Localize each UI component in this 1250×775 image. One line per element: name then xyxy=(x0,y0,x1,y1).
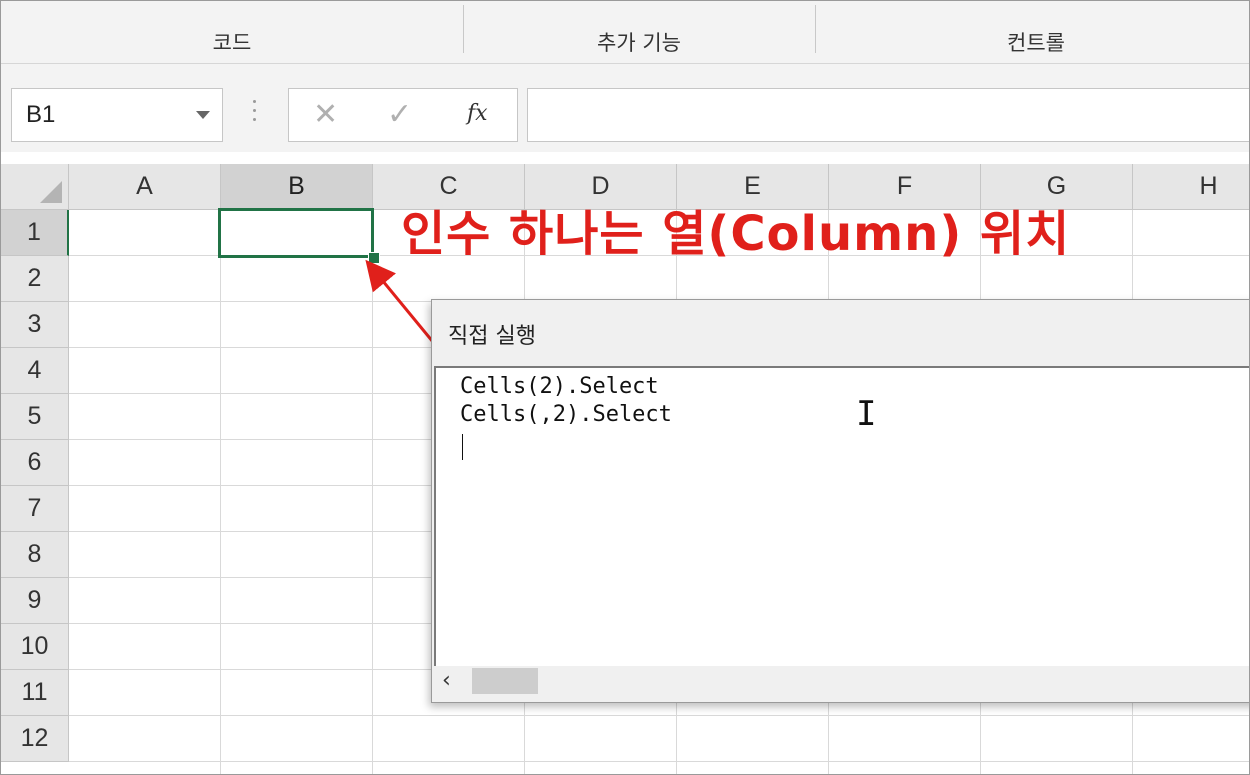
formula-buttons: ✕ ✓ fx xyxy=(288,88,518,142)
ribbon-group-label: 추가 기능 xyxy=(597,31,681,55)
column-header-a[interactable]: A xyxy=(69,164,221,210)
name-box[interactable]: B1 xyxy=(11,88,223,142)
name-box-value: B1 xyxy=(26,101,56,128)
row-header-12[interactable]: 12 xyxy=(1,716,69,762)
column-header-h[interactable]: H xyxy=(1133,164,1249,210)
ribbon-group-label: 코드 xyxy=(212,31,252,55)
chevron-down-icon[interactable] xyxy=(196,111,210,119)
fill-handle[interactable] xyxy=(368,252,380,264)
drag-handle-icon[interactable] xyxy=(253,100,257,130)
excel-window: 코드 추가 기능 컨트롤 B1 ✕ ✓ fx ABCDEFGH 12345678… xyxy=(0,0,1250,775)
immediate-code-editor[interactable]: Cells(2).Select Cells(,2).Select I xyxy=(434,366,1249,666)
row-header-11[interactable]: 11 xyxy=(1,670,69,716)
cancel-icon[interactable]: ✕ xyxy=(313,97,338,132)
row-header-3[interactable]: 3 xyxy=(1,302,69,348)
row-header-2[interactable]: 2 xyxy=(1,256,69,302)
select-all-button[interactable] xyxy=(1,164,69,210)
ribbon-group-label: 컨트롤 xyxy=(1007,31,1065,55)
text-caret xyxy=(462,434,463,460)
row-header-5[interactable]: 5 xyxy=(1,394,69,440)
scroll-left-icon[interactable]: ‹ xyxy=(442,668,451,693)
ribbon-group-controls[interactable]: 컨트롤 xyxy=(816,1,1249,63)
code-line[interactable]: Cells(,2).Select xyxy=(460,402,672,427)
code-line[interactable]: Cells(2).Select xyxy=(460,374,659,399)
row-header-7[interactable]: 7 xyxy=(1,486,69,532)
ribbon-group-addins[interactable]: 추가 기능 xyxy=(464,1,814,63)
column-header-b[interactable]: B xyxy=(221,164,373,210)
row-header-1[interactable]: 1 xyxy=(1,210,69,256)
immediate-window: 직접 실행 Cells(2).Select Cells(,2).Select I… xyxy=(431,299,1249,703)
formula-bar-area: B1 ✕ ✓ fx xyxy=(1,64,1249,152)
row-header-9[interactable]: 9 xyxy=(1,578,69,624)
ribbon-group-code[interactable]: 코드 xyxy=(1,1,463,63)
scrollbar-thumb[interactable] xyxy=(472,668,538,694)
row-header-10[interactable]: 10 xyxy=(1,624,69,670)
insert-function-icon[interactable]: fx xyxy=(467,101,488,126)
select-all-icon xyxy=(40,181,62,203)
row-header-4[interactable]: 4 xyxy=(1,348,69,394)
row-header-8[interactable]: 8 xyxy=(1,532,69,578)
annotation-text: 인수 하나는 열(Column) 위치 xyxy=(401,206,1071,262)
ribbon: 코드 추가 기능 컨트롤 xyxy=(1,1,1249,64)
formula-input[interactable] xyxy=(527,88,1249,142)
active-cell-b1[interactable] xyxy=(218,208,374,258)
enter-check-icon[interactable]: ✓ xyxy=(387,97,412,132)
row-header-6[interactable]: 6 xyxy=(1,440,69,486)
horizontal-scrollbar[interactable]: ‹ xyxy=(434,666,1249,698)
ibeam-cursor-icon: I xyxy=(856,394,877,434)
immediate-window-title[interactable]: 직접 실행 xyxy=(448,318,536,350)
